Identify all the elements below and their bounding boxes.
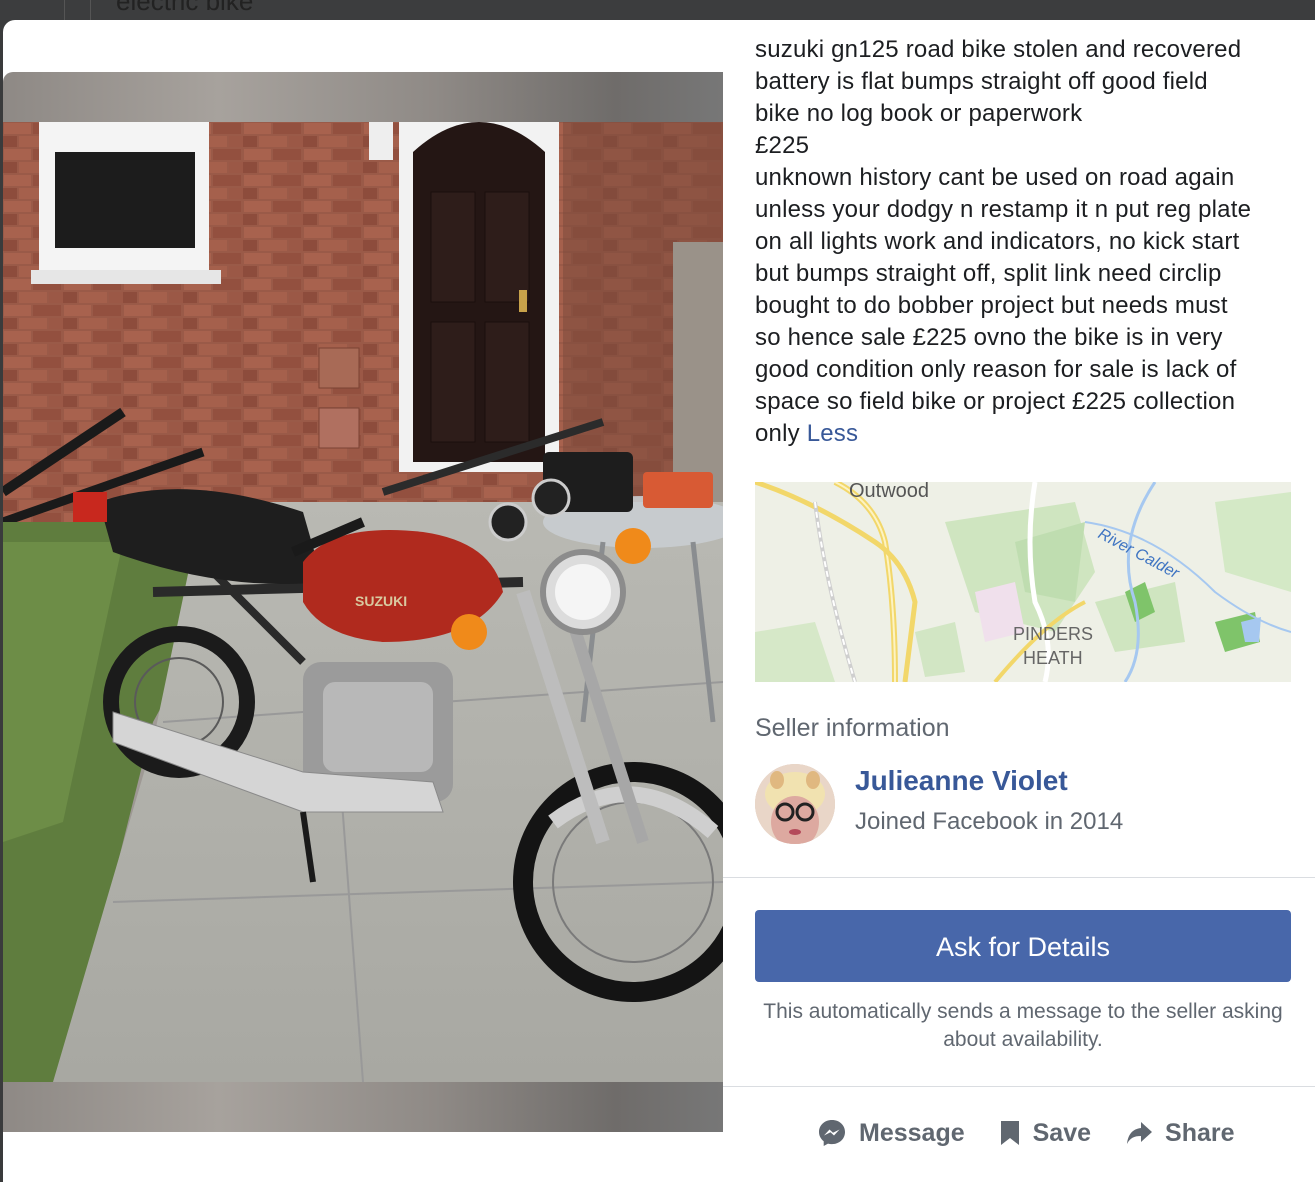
description-line: unknown history cant be used on road aga… xyxy=(755,164,1235,191)
listing-description: suzuki gn125 road bike stolen and recove… xyxy=(755,34,1295,450)
seller-avatar[interactable] xyxy=(755,764,835,844)
description-line: but bumps straight off, split link need … xyxy=(755,260,1222,287)
ask-for-details-button[interactable]: Ask for Details xyxy=(755,910,1291,982)
description-last-word: only xyxy=(755,420,800,447)
share-button[interactable]: Share xyxy=(1125,1118,1235,1148)
messenger-icon xyxy=(817,1118,847,1148)
description-line: £225 xyxy=(755,132,810,159)
description-line: on all lights work and indicators, no ki… xyxy=(755,228,1240,255)
map-label-heath: HEATH xyxy=(1023,648,1083,668)
listing-photo[interactable]: SUZUKI xyxy=(3,122,723,1082)
description-line: only Less xyxy=(755,418,1295,450)
listing-modal: SUZUKI suzuki gn125 road bike stolen and… xyxy=(3,20,1315,1182)
bookmark-icon xyxy=(999,1119,1021,1147)
share-label: Share xyxy=(1165,1118,1235,1147)
background-divider xyxy=(90,0,91,20)
message-button[interactable]: Message xyxy=(817,1118,965,1148)
description-line: battery is flat bumps straight off good … xyxy=(755,68,1208,95)
description-line: good condition only reason for sale is l… xyxy=(755,356,1237,383)
save-button[interactable]: Save xyxy=(999,1119,1091,1148)
seller-joined-date: Joined Facebook in 2014 xyxy=(855,808,1124,835)
photo-viewer[interactable]: SUZUKI xyxy=(3,72,723,1132)
tank-logo-text: SUZUKI xyxy=(355,593,407,609)
location-map[interactable]: Outwood River Calder PINDERS HEATH xyxy=(755,482,1291,682)
background-search-text: electric bike xyxy=(116,0,254,16)
section-divider xyxy=(723,877,1315,878)
section-divider xyxy=(723,1086,1315,1087)
seller-info-heading: Seller information xyxy=(755,714,950,742)
background-divider xyxy=(64,0,65,20)
listing-details: suzuki gn125 road bike stolen and recove… xyxy=(755,20,1295,450)
save-label: Save xyxy=(1032,1118,1092,1147)
seller-name-link[interactable]: Julieanne Violet xyxy=(855,765,1068,797)
map-label-outwood: Outwood xyxy=(849,482,929,502)
description-line: so hence sale £225 ovno the bike is in v… xyxy=(755,324,1223,351)
description-line: bought to do bobber project but needs mu… xyxy=(755,292,1228,319)
description-line: unless your dodgy n restamp it n put reg… xyxy=(755,196,1252,223)
background-page: electric bike xyxy=(0,0,1315,20)
ask-details-note: This automatically sends a message to th… xyxy=(763,1000,1283,1051)
description-line: suzuki gn125 road bike stolen and recove… xyxy=(755,36,1242,63)
map-label-pinders: PINDERS xyxy=(1013,624,1093,644)
message-label: Message xyxy=(859,1118,965,1147)
share-arrow-icon xyxy=(1125,1120,1153,1146)
description-line: space so field bike or project £225 coll… xyxy=(755,388,1236,415)
listing-actions: Message Save Share xyxy=(817,1118,1269,1148)
description-line: bike no log book or paperwork xyxy=(755,100,1083,127)
less-link[interactable]: Less xyxy=(807,420,859,447)
